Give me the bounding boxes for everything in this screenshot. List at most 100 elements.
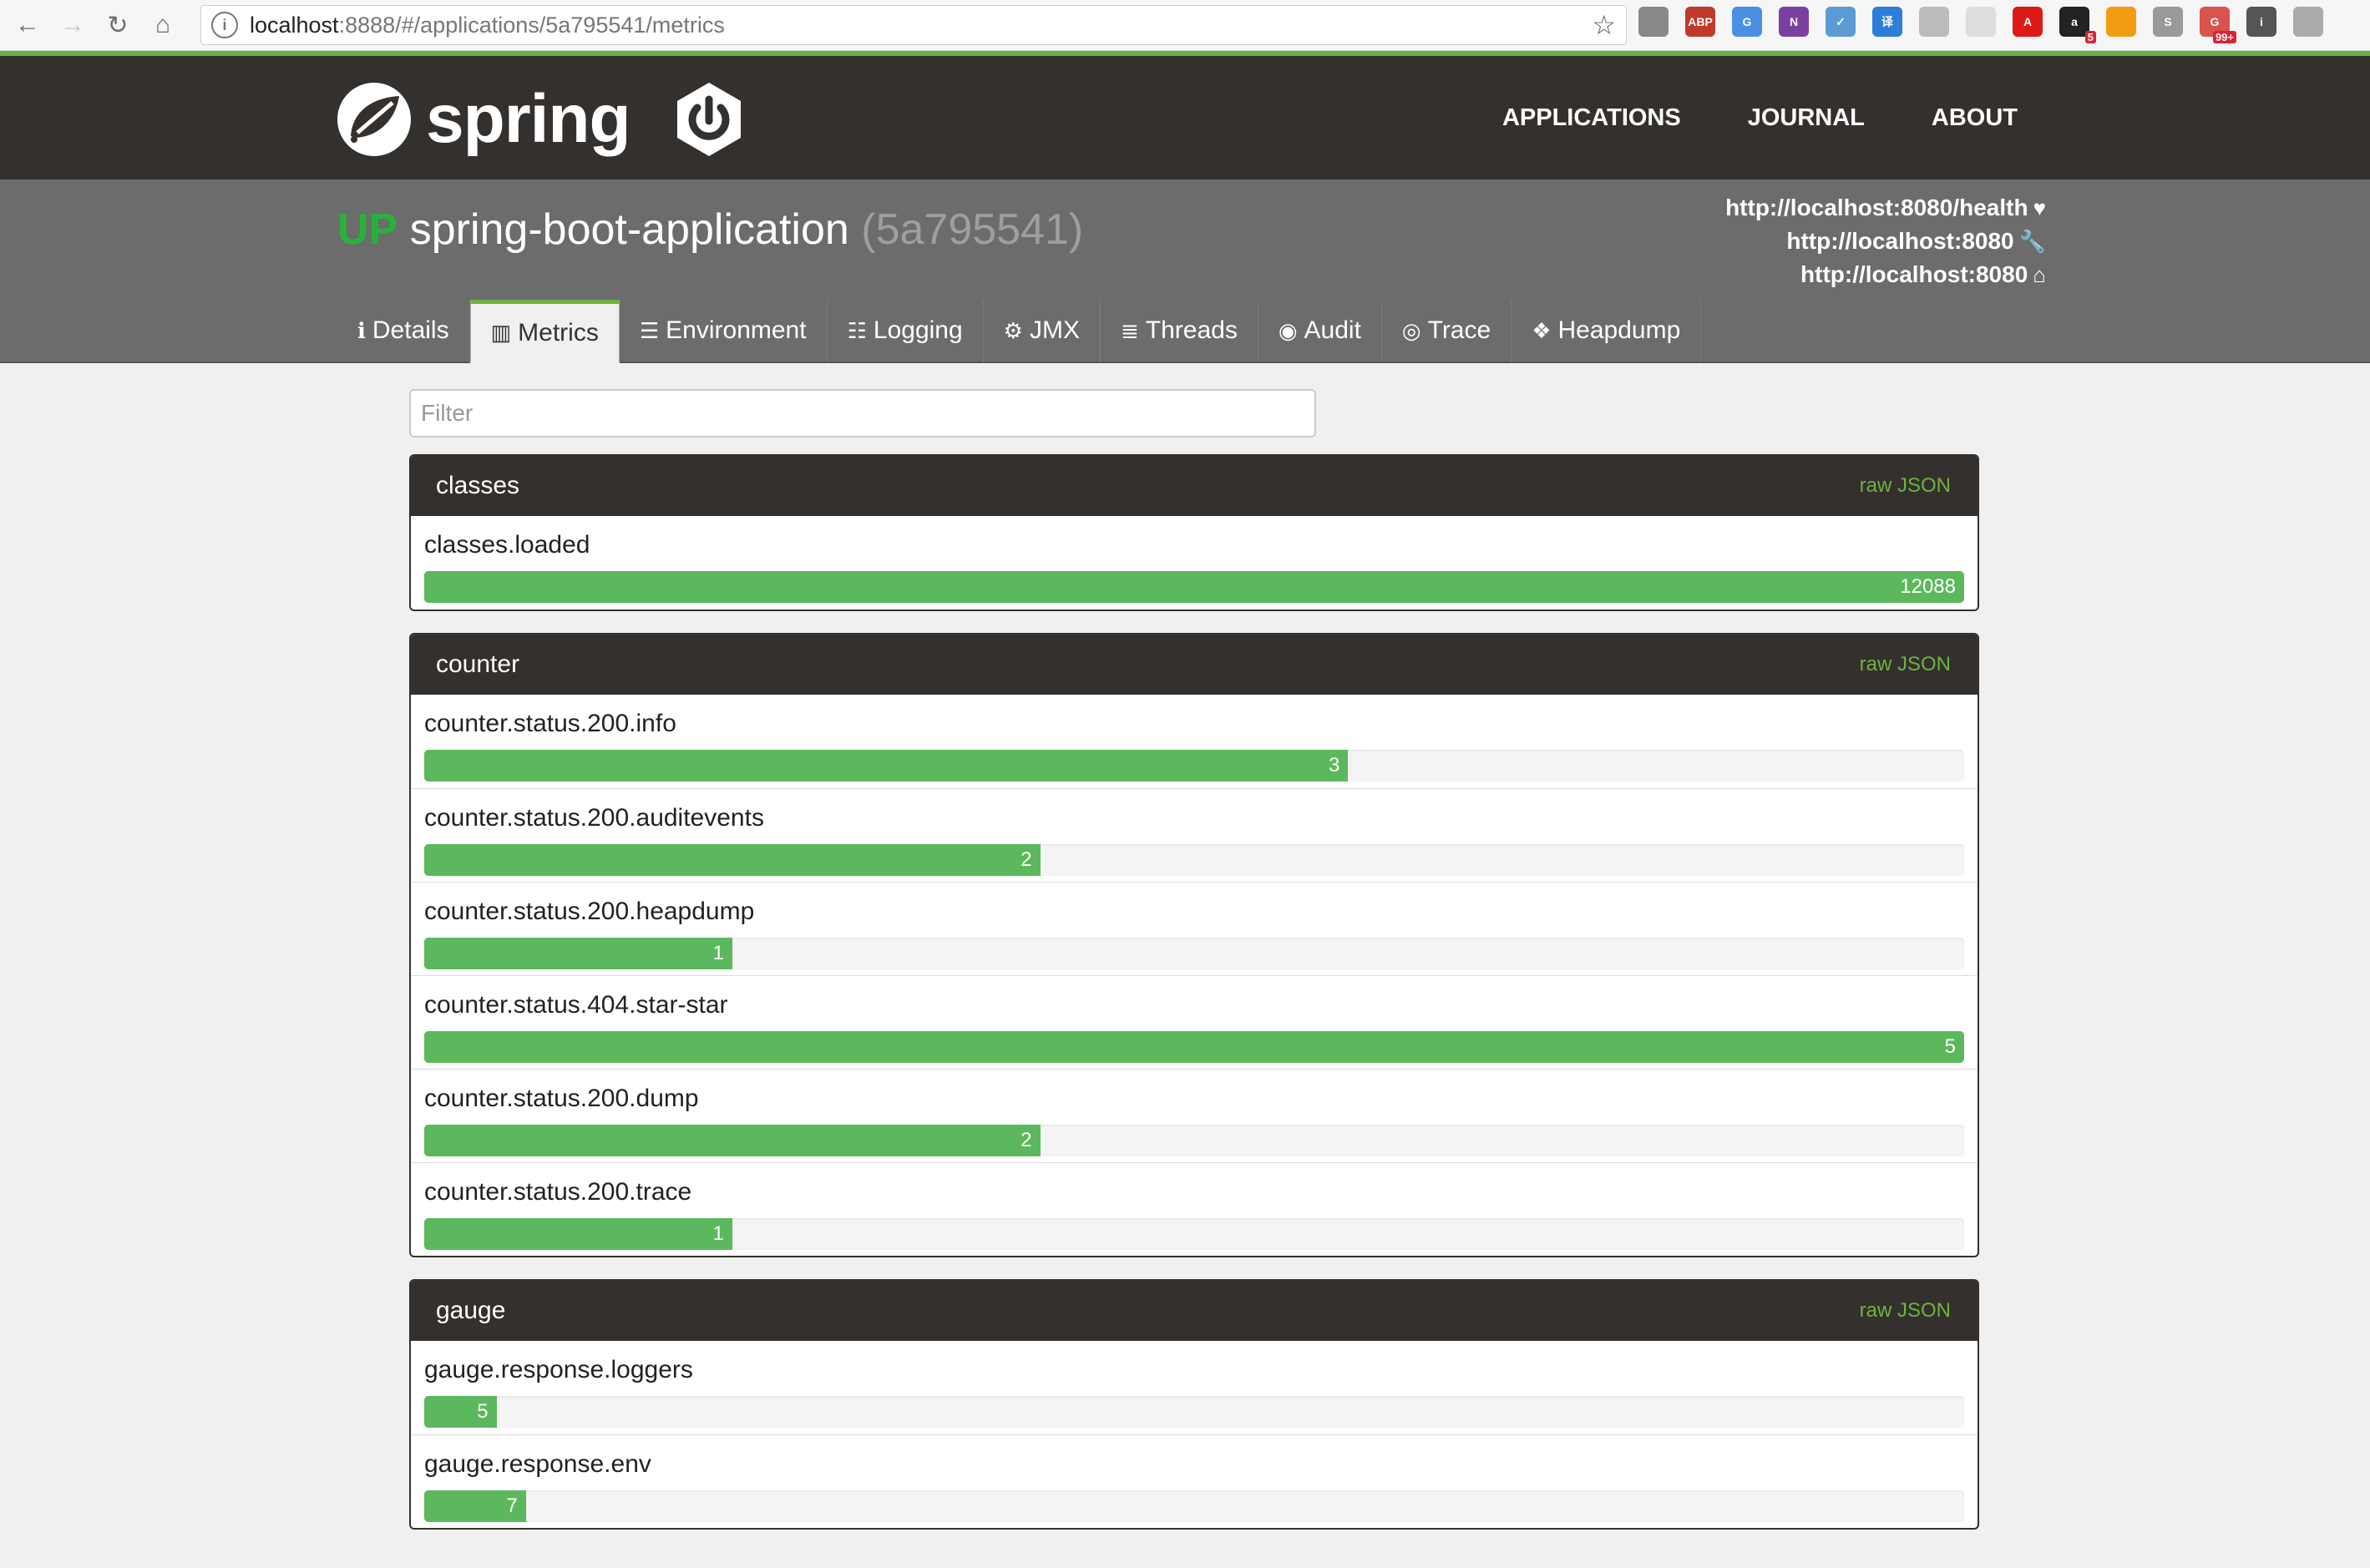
progress-bar: 1 xyxy=(424,1218,732,1250)
application-tabs: ℹ Details ▥ Metrics ☰ Environment ☷ Logging ⚙ JMX… xyxy=(337,300,1702,363)
metric-name: counter.status.200.trace xyxy=(424,1178,692,1206)
recycle-icon[interactable] xyxy=(1638,7,1669,37)
spring-logo[interactable]: spring xyxy=(336,79,749,159)
panel-header: counter raw JSON xyxy=(411,635,1978,695)
tab-threads[interactable]: ≣ Threads xyxy=(1100,300,1258,363)
metric-value: 2 xyxy=(1020,1129,1032,1151)
tab-environment[interactable]: ☰ Environment xyxy=(619,300,828,363)
tab-metrics[interactable]: ▥ Metrics xyxy=(469,300,620,363)
site-header: spring APPLICATIONS JOURNAL ABOUT xyxy=(0,56,2370,180)
metric-row: counter.status.200.trace 1 xyxy=(411,1162,1978,1256)
progress-track: 12088 xyxy=(424,571,1964,603)
amazon-icon[interactable]: a5 xyxy=(2059,7,2096,43)
tab-logging[interactable]: ☷ Logging xyxy=(827,300,984,363)
metric-value: 5 xyxy=(1944,1035,1956,1058)
panel-header: classes raw JSON xyxy=(411,456,1978,516)
metric-row: gauge.response.loggers 5 xyxy=(411,1341,1978,1434)
cubes-icon: ❖ xyxy=(1532,317,1552,343)
nav-journal[interactable]: JOURNAL xyxy=(1748,104,1865,132)
health-url-text: http://localhost:8080/health xyxy=(1725,195,2028,220)
reader-icon[interactable] xyxy=(1919,7,1949,37)
progress-bar: 3 xyxy=(424,750,1349,781)
url-host: localhost xyxy=(250,12,339,38)
pen-icon[interactable]: ✓ xyxy=(1826,7,1856,37)
cogs-icon: ⚙ xyxy=(1003,317,1023,343)
home-icon[interactable]: ⌂ xyxy=(145,8,180,43)
back-arrow-icon[interactable]: ← xyxy=(10,8,45,43)
plane-icon[interactable] xyxy=(2293,7,2323,37)
progress-bar: 5 xyxy=(424,1396,497,1428)
nav-about[interactable]: ABOUT xyxy=(1932,104,2018,132)
tab-label: Trace xyxy=(1427,316,1491,344)
metric-name: counter.status.200.auditevents xyxy=(424,804,764,832)
health-url-link[interactable]: http://localhost:8080/health ♥ xyxy=(1725,191,2046,225)
tab-label: Details xyxy=(372,316,449,344)
raw-json-link[interactable]: raw JSON xyxy=(1860,653,1951,676)
tab-jmx[interactable]: ⚙ JMX xyxy=(983,300,1101,363)
list-icon: ☰ xyxy=(639,317,660,343)
panel-body: counter.status.200.info 3 counter.status.2… xyxy=(411,695,1978,1256)
metric-value: 5 xyxy=(477,1400,489,1423)
panel-body: gauge.response.loggers 5 gauge.response.en… xyxy=(411,1341,1978,1528)
nav-applications[interactable]: APPLICATIONS xyxy=(1502,104,1681,132)
progress-bar: 2 xyxy=(424,844,1041,876)
metric-row: counter.status.200.dump 2 xyxy=(411,1069,1978,1162)
progress-track: 3 xyxy=(424,750,1964,781)
management-url-link[interactable]: http://localhost:8080 🔧 xyxy=(1725,225,2046,258)
address-bar[interactable]: i localhost:8888/#/applications/5a795541… xyxy=(200,5,1627,45)
forward-arrow-icon[interactable]: → xyxy=(55,8,90,43)
progress-track: 2 xyxy=(424,1125,1964,1156)
dictionary-icon[interactable]: 译 xyxy=(1872,7,1902,37)
metric-row: counter.status.404.star-star 5 xyxy=(411,975,1978,1069)
tab-details[interactable]: ℹ Details xyxy=(337,300,470,363)
metric-row: gauge.response.env 7 xyxy=(411,1434,1978,1528)
application-title: UP spring-boot-application (5a795541) xyxy=(337,205,1083,255)
mail-icon[interactable]: G 99+ xyxy=(2200,7,2236,43)
application-name: spring-boot-application xyxy=(409,205,849,254)
cloud-icon[interactable] xyxy=(2106,7,2136,37)
tab-label: Environment xyxy=(666,316,807,344)
panel-title: gauge xyxy=(436,1297,506,1324)
metric-value: 1 xyxy=(712,1222,724,1245)
angular-icon[interactable]: A xyxy=(2013,7,2043,37)
progress-track: 2 xyxy=(424,844,1964,876)
progress-bar: 2 xyxy=(424,1125,1041,1156)
adblock-icon[interactable]: ABP xyxy=(1685,7,1715,37)
tab-label: Metrics xyxy=(518,318,599,346)
bookmark-star-icon[interactable]: ☆ xyxy=(1592,9,1616,41)
translate-icon[interactable]: G xyxy=(1732,7,1762,37)
spring-boot-power-icon xyxy=(676,83,741,156)
info-circle-icon[interactable]: i xyxy=(2246,7,2276,37)
metric-panel-counter: counter raw JSON counter.status.200.info 3 c… xyxy=(409,633,1979,1257)
application-id: (5a795541) xyxy=(861,205,1084,254)
onenote-icon[interactable]: N xyxy=(1779,7,1809,37)
reload-icon[interactable]: ↻ xyxy=(100,8,135,43)
extension-badge: 5 xyxy=(2084,31,2096,43)
raw-json-link[interactable]: raw JSON xyxy=(1860,1299,1951,1323)
metric-name: counter.status.404.star-star xyxy=(424,991,728,1019)
tab-trace[interactable]: ◎ Trace xyxy=(1381,300,1512,363)
metric-name: classes.loaded xyxy=(424,531,590,559)
tab-audit[interactable]: ◉ Audit xyxy=(1258,300,1382,363)
raw-json-link[interactable]: raw JSON xyxy=(1860,474,1951,498)
site-info-icon[interactable]: i xyxy=(211,12,238,38)
metric-value: 3 xyxy=(1329,754,1340,776)
application-links: http://localhost:8080/health ♥ http://lo… xyxy=(1725,191,2046,291)
heartbeat-icon: ♥ xyxy=(2033,195,2046,220)
metric-row: counter.status.200.auditevents 2 xyxy=(411,788,1978,882)
tab-label: Audit xyxy=(1304,316,1361,344)
progress-track: 7 xyxy=(424,1490,1964,1522)
metric-value: 12088 xyxy=(1900,575,1956,598)
progress-track: 1 xyxy=(424,1218,1964,1250)
bar-chart-icon: ▥ xyxy=(490,320,512,345)
s-icon[interactable]: S xyxy=(2153,7,2183,37)
service-url-link[interactable]: http://localhost:8080 ⌂ xyxy=(1725,258,2046,291)
logo-text: spring xyxy=(426,81,631,157)
swirl-icon[interactable] xyxy=(1966,7,1996,37)
progress-bar: 5 xyxy=(424,1031,1964,1063)
wrench-icon: 🔧 xyxy=(2018,229,2046,254)
filter-input[interactable]: Filter xyxy=(409,389,1316,438)
progress-bar: 1 xyxy=(424,938,732,969)
tab-heapdump[interactable]: ❖ Heapdump xyxy=(1512,300,1702,363)
metrics-content: Filter classes raw JSON classes.loaded 1208… xyxy=(409,389,1979,1551)
